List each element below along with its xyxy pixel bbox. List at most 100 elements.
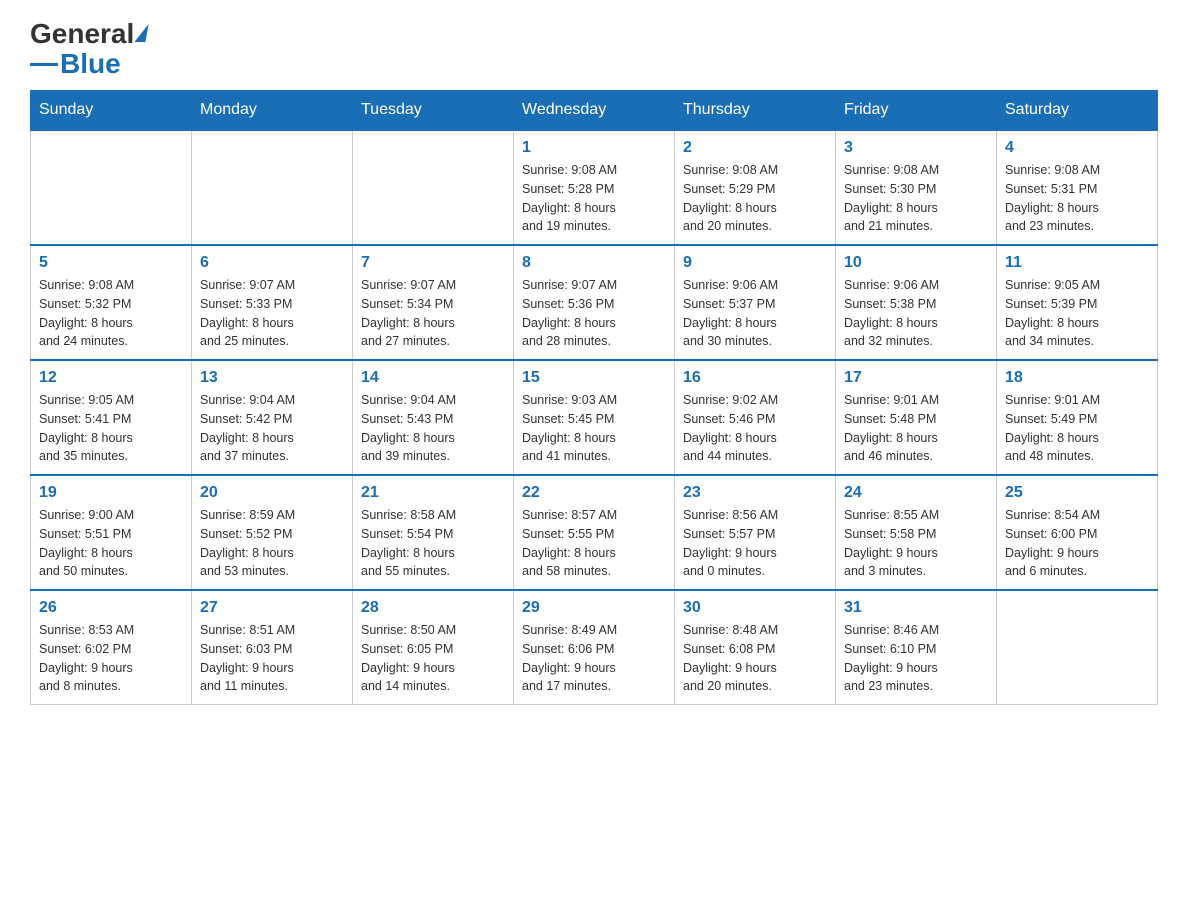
calendar-cell: 16 Sunrise: 9:02 AMSunset: 5:46 PMDayligh… bbox=[675, 360, 836, 475]
calendar-cell: 1 Sunrise: 9:08 AMSunset: 5:28 PMDaylight… bbox=[514, 130, 675, 245]
calendar-cell: 12 Sunrise: 9:05 AMSunset: 5:41 PMDayligh… bbox=[31, 360, 192, 475]
calendar-day-header: Friday bbox=[836, 91, 997, 131]
calendar-cell: 7 Sunrise: 9:07 AMSunset: 5:34 PMDaylight… bbox=[353, 245, 514, 360]
day-info: Sunrise: 8:56 AMSunset: 5:57 PMDaylight:… bbox=[683, 506, 827, 581]
calendar-cell: 25 Sunrise: 8:54 AMSunset: 6:00 PMDayligh… bbox=[997, 475, 1158, 590]
day-number: 15 bbox=[522, 369, 666, 387]
day-number: 27 bbox=[200, 599, 344, 617]
calendar-cell: 31 Sunrise: 8:46 AMSunset: 6:10 PMDayligh… bbox=[836, 590, 997, 705]
day-info: Sunrise: 9:08 AMSunset: 5:28 PMDaylight:… bbox=[522, 161, 666, 236]
day-info: Sunrise: 9:08 AMSunset: 5:32 PMDaylight:… bbox=[39, 276, 183, 351]
calendar-cell: 24Sunrise: 8:55 AMSunset: 5:58 PMDayligh… bbox=[836, 475, 997, 590]
day-number: 13 bbox=[200, 369, 344, 387]
day-info: Sunrise: 8:57 AMSunset: 5:55 PMDaylight:… bbox=[522, 506, 666, 581]
day-number: 8 bbox=[522, 254, 666, 272]
calendar-day-header: Monday bbox=[192, 91, 353, 131]
calendar-cell: 9 Sunrise: 9:06 AMSunset: 5:37 PMDaylight… bbox=[675, 245, 836, 360]
day-number: 28 bbox=[361, 599, 505, 617]
calendar-table: SundayMondayTuesdayWednesdayThursdayFrid… bbox=[30, 90, 1158, 705]
page-header: General Blue bbox=[30, 20, 1158, 80]
calendar-cell: 10Sunrise: 9:06 AMSunset: 5:38 PMDayligh… bbox=[836, 245, 997, 360]
calendar-cell: 18 Sunrise: 9:01 AMSunset: 5:49 PMDayligh… bbox=[997, 360, 1158, 475]
calendar-cell: 23 Sunrise: 8:56 AMSunset: 5:57 PMDayligh… bbox=[675, 475, 836, 590]
day-info: Sunrise: 8:59 AMSunset: 5:52 PMDaylight:… bbox=[200, 506, 344, 581]
day-info: Sunrise: 9:07 AMSunset: 5:34 PMDaylight:… bbox=[361, 276, 505, 351]
calendar-cell bbox=[997, 590, 1158, 705]
day-info: Sunrise: 9:03 AMSunset: 5:45 PMDaylight:… bbox=[522, 391, 666, 466]
day-info: Sunrise: 9:04 AMSunset: 5:43 PMDaylight:… bbox=[361, 391, 505, 466]
day-number: 12 bbox=[39, 369, 183, 387]
calendar-day-header: Tuesday bbox=[353, 91, 514, 131]
day-number: 23 bbox=[683, 484, 827, 502]
day-number: 26 bbox=[39, 599, 183, 617]
calendar-day-header: Wednesday bbox=[514, 91, 675, 131]
day-number: 20 bbox=[200, 484, 344, 502]
day-number: 31 bbox=[844, 599, 988, 617]
calendar-cell: 22 Sunrise: 8:57 AMSunset: 5:55 PMDayligh… bbox=[514, 475, 675, 590]
calendar-cell: 19 Sunrise: 9:00 AMSunset: 5:51 PMDayligh… bbox=[31, 475, 192, 590]
day-number: 22 bbox=[522, 484, 666, 502]
calendar-cell: 27 Sunrise: 8:51 AMSunset: 6:03 PMDayligh… bbox=[192, 590, 353, 705]
calendar-header-row: SundayMondayTuesdayWednesdayThursdayFrid… bbox=[31, 91, 1158, 131]
calendar-cell: 17Sunrise: 9:01 AMSunset: 5:48 PMDayligh… bbox=[836, 360, 997, 475]
day-number: 16 bbox=[683, 369, 827, 387]
day-number: 6 bbox=[200, 254, 344, 272]
day-number: 17 bbox=[844, 369, 988, 387]
day-info: Sunrise: 9:07 AMSunset: 5:36 PMDaylight:… bbox=[522, 276, 666, 351]
logo-general-part: General bbox=[30, 20, 134, 48]
calendar-cell: 15 Sunrise: 9:03 AMSunset: 5:45 PMDayligh… bbox=[514, 360, 675, 475]
day-number: 14 bbox=[361, 369, 505, 387]
day-info: Sunrise: 9:01 AMSunset: 5:49 PMDaylight:… bbox=[1005, 391, 1149, 466]
day-number: 29 bbox=[522, 599, 666, 617]
day-info: Sunrise: 8:55 AMSunset: 5:58 PMDaylight:… bbox=[844, 506, 988, 581]
day-info: Sunrise: 9:00 AMSunset: 5:51 PMDaylight:… bbox=[39, 506, 183, 581]
day-number: 4 bbox=[1005, 139, 1149, 157]
calendar-cell: 3Sunrise: 9:08 AMSunset: 5:30 PMDaylight… bbox=[836, 130, 997, 245]
day-number: 19 bbox=[39, 484, 183, 502]
calendar-cell: 13 Sunrise: 9:04 AMSunset: 5:42 PMDayligh… bbox=[192, 360, 353, 475]
calendar-cell: 8 Sunrise: 9:07 AMSunset: 5:36 PMDaylight… bbox=[514, 245, 675, 360]
calendar-week-row: 1 Sunrise: 9:08 AMSunset: 5:28 PMDaylight… bbox=[31, 130, 1158, 245]
calendar-week-row: 26Sunrise: 8:53 AMSunset: 6:02 PMDayligh… bbox=[31, 590, 1158, 705]
day-info: Sunrise: 9:07 AMSunset: 5:33 PMDaylight:… bbox=[200, 276, 344, 351]
day-info: Sunrise: 9:08 AMSunset: 5:31 PMDaylight:… bbox=[1005, 161, 1149, 236]
calendar-cell: 14 Sunrise: 9:04 AMSunset: 5:43 PMDayligh… bbox=[353, 360, 514, 475]
calendar-cell: 20 Sunrise: 8:59 AMSunset: 5:52 PMDayligh… bbox=[192, 475, 353, 590]
calendar-day-header: Sunday bbox=[31, 91, 192, 131]
calendar-cell: 29 Sunrise: 8:49 AMSunset: 6:06 PMDayligh… bbox=[514, 590, 675, 705]
calendar-cell: 30Sunrise: 8:48 AMSunset: 6:08 PMDayligh… bbox=[675, 590, 836, 705]
calendar-week-row: 12 Sunrise: 9:05 AMSunset: 5:41 PMDayligh… bbox=[31, 360, 1158, 475]
day-number: 30 bbox=[683, 599, 827, 617]
day-number: 7 bbox=[361, 254, 505, 272]
day-number: 11 bbox=[1005, 254, 1149, 272]
day-number: 21 bbox=[361, 484, 505, 502]
calendar-cell: 28 Sunrise: 8:50 AMSunset: 6:05 PMDayligh… bbox=[353, 590, 514, 705]
calendar-cell bbox=[31, 130, 192, 245]
day-info: Sunrise: 9:04 AMSunset: 5:42 PMDaylight:… bbox=[200, 391, 344, 466]
day-number: 18 bbox=[1005, 369, 1149, 387]
day-info: Sunrise: 9:08 AMSunset: 5:30 PMDaylight:… bbox=[844, 161, 988, 236]
day-info: Sunrise: 9:02 AMSunset: 5:46 PMDaylight:… bbox=[683, 391, 827, 466]
calendar-week-row: 19 Sunrise: 9:00 AMSunset: 5:51 PMDayligh… bbox=[31, 475, 1158, 590]
day-number: 1 bbox=[522, 139, 666, 157]
day-number: 5 bbox=[39, 254, 183, 272]
calendar-cell: 11 Sunrise: 9:05 AMSunset: 5:39 PMDayligh… bbox=[997, 245, 1158, 360]
day-info: Sunrise: 9:06 AMSunset: 5:37 PMDaylight:… bbox=[683, 276, 827, 351]
logo-flag-icon bbox=[135, 24, 149, 42]
day-info: Sunrise: 8:46 AMSunset: 6:10 PMDaylight:… bbox=[844, 621, 988, 696]
day-info: Sunrise: 8:58 AMSunset: 5:54 PMDaylight:… bbox=[361, 506, 505, 581]
day-number: 25 bbox=[1005, 484, 1149, 502]
day-info: Sunrise: 8:51 AMSunset: 6:03 PMDaylight:… bbox=[200, 621, 344, 696]
calendar-day-header: Saturday bbox=[997, 91, 1158, 131]
day-number: 2 bbox=[683, 139, 827, 157]
day-info: Sunrise: 8:49 AMSunset: 6:06 PMDaylight:… bbox=[522, 621, 666, 696]
day-info: Sunrise: 8:50 AMSunset: 6:05 PMDaylight:… bbox=[361, 621, 505, 696]
calendar-cell bbox=[192, 130, 353, 245]
day-info: Sunrise: 9:05 AMSunset: 5:39 PMDaylight:… bbox=[1005, 276, 1149, 351]
day-info: Sunrise: 8:54 AMSunset: 6:00 PMDaylight:… bbox=[1005, 506, 1149, 581]
day-number: 9 bbox=[683, 254, 827, 272]
day-info: Sunrise: 9:05 AMSunset: 5:41 PMDaylight:… bbox=[39, 391, 183, 466]
calendar-cell bbox=[353, 130, 514, 245]
logo-blue-part: Blue bbox=[60, 48, 121, 80]
day-info: Sunrise: 9:06 AMSunset: 5:38 PMDaylight:… bbox=[844, 276, 988, 351]
